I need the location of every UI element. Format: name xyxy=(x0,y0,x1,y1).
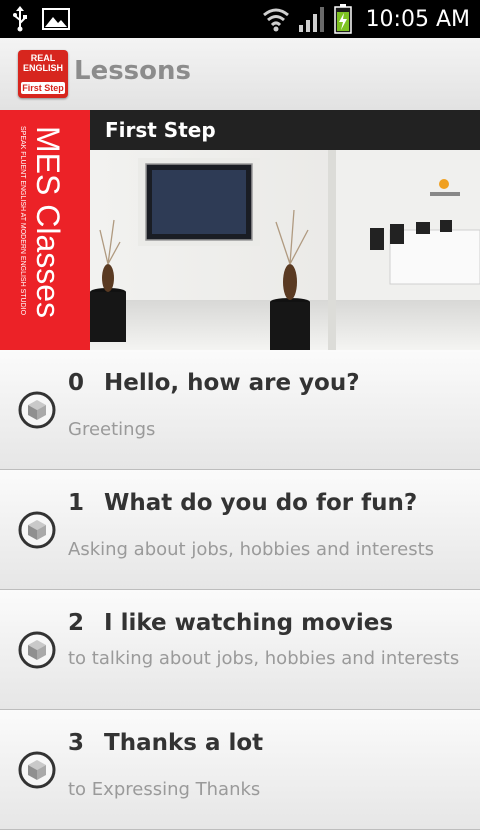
studio-photo xyxy=(90,150,480,350)
status-time: 10:05 AM xyxy=(365,6,470,32)
signal-icon xyxy=(298,7,324,32)
lesson-box-icon xyxy=(18,391,56,429)
app-logo[interactable]: REAL ENGLISH First Step xyxy=(18,50,68,98)
lesson-subtitle: to Expressing Thanks xyxy=(68,779,261,800)
wifi-icon xyxy=(262,8,289,32)
brand-name: MES Classes xyxy=(30,126,66,319)
lesson-number: 3 xyxy=(68,730,85,756)
lesson-box-icon xyxy=(18,631,56,669)
lesson-title: Hello, how are you? xyxy=(104,370,360,396)
logo-line-3: First Step xyxy=(21,82,65,94)
usb-icon xyxy=(13,6,27,32)
lesson-number: 2 xyxy=(68,610,85,636)
logo-line-2: ENGLISH xyxy=(22,63,63,73)
lesson-item-1[interactable]: 1 What do you do for fun? Asking about j… xyxy=(0,470,480,590)
lesson-item-3[interactable]: 3 Thanks a lot to Expressing Thanks xyxy=(0,710,480,830)
action-bar: REAL ENGLISH First Step Lessons xyxy=(0,38,480,111)
image-icon xyxy=(42,8,70,30)
battery-charging-icon xyxy=(333,4,352,34)
screen-title: Lessons xyxy=(74,56,191,86)
lesson-box-icon xyxy=(18,751,56,789)
lesson-subtitle: to talking about jobs, hobbies and inter… xyxy=(68,648,460,669)
banner-title: First Step xyxy=(90,110,480,150)
lesson-item-2[interactable]: 2 I like watching movies to talking abou… xyxy=(0,590,480,710)
logo-line-1: REAL xyxy=(30,53,56,63)
brand-tagline: SPEAK FLUENT ENGLISH AT MODERN ENGLISH S… xyxy=(19,126,26,316)
status-bar: 10:05 AM xyxy=(0,0,480,38)
lesson-number: 1 xyxy=(68,490,85,516)
brand-panel: MES Classes SPEAK FLUENT ENGLISH AT MODE… xyxy=(0,110,90,350)
lesson-number: 0 xyxy=(68,370,85,396)
lesson-box-icon xyxy=(18,511,56,549)
lesson-title: Thanks a lot xyxy=(104,730,264,756)
lesson-title: I like watching movies xyxy=(104,610,394,636)
lesson-subtitle: Greetings xyxy=(68,419,156,440)
lesson-subtitle: Asking about jobs, hobbies and interests xyxy=(68,539,435,560)
lesson-title: What do you do for fun? xyxy=(104,490,418,516)
lesson-item-0[interactable]: 0 Hello, how are you? Greetings xyxy=(0,350,480,470)
